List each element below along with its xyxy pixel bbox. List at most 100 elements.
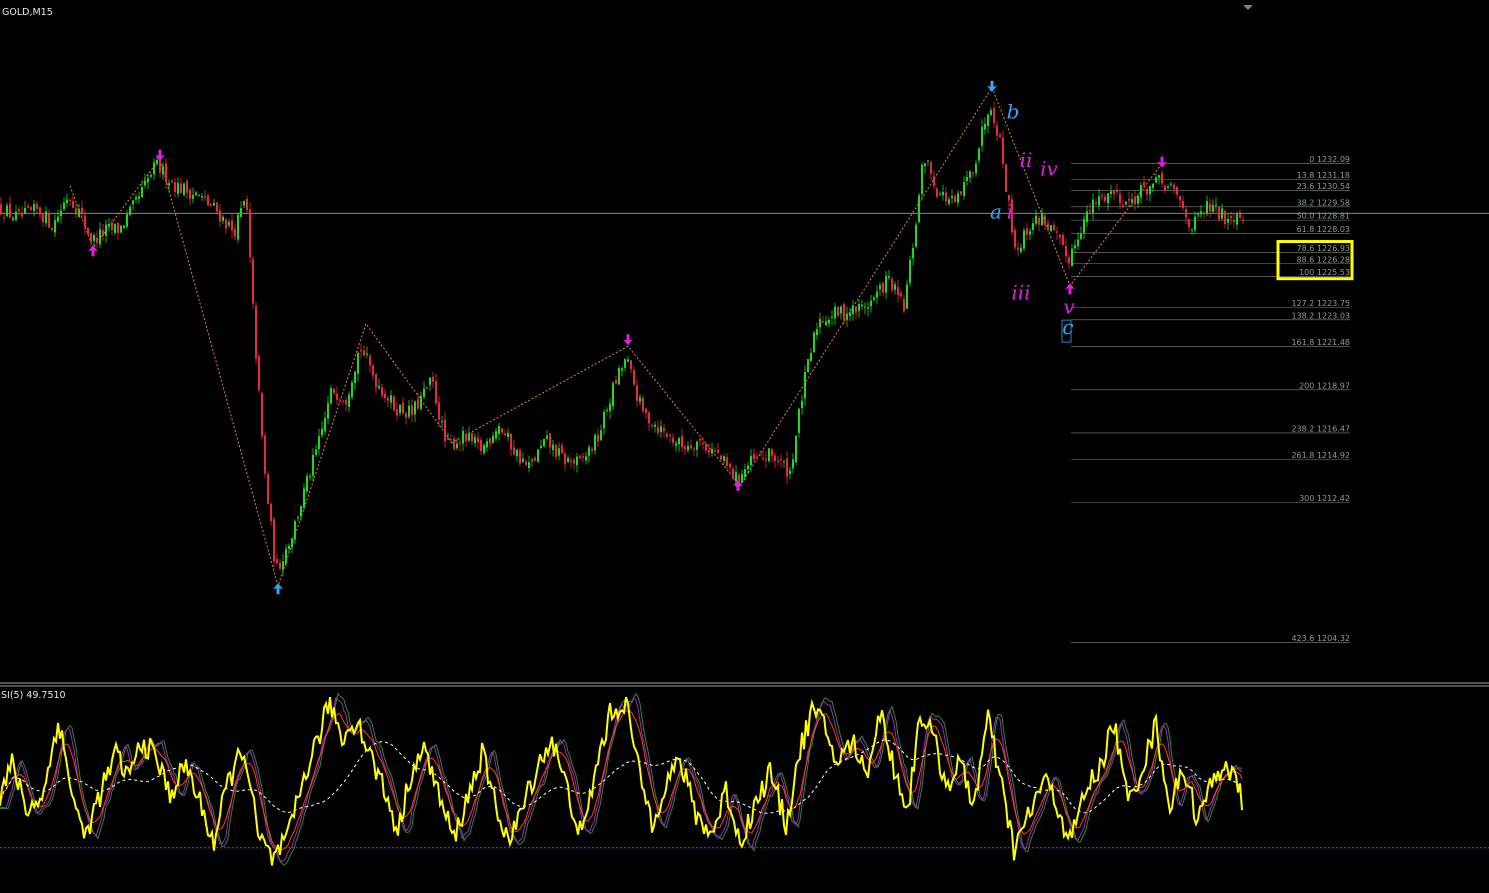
candle-body (213, 202, 215, 206)
candle-body (351, 382, 353, 398)
candle-body (342, 400, 344, 402)
candle-body (42, 214, 44, 222)
candle-body (1185, 209, 1187, 218)
candle-body (1119, 193, 1121, 204)
candle-body (501, 428, 503, 433)
candle-body (333, 388, 335, 394)
candle-body (1089, 210, 1091, 212)
chart-background (0, 0, 1489, 889)
candle-body (1080, 233, 1082, 239)
candle-body (807, 358, 809, 373)
candle-body (1107, 193, 1109, 204)
candle-body (1116, 190, 1118, 192)
chart-canvas[interactable]: 0 1232.09 13.8 1231.18 23.6 1230.54 38.2 12… (0, 0, 1489, 889)
candle-body (201, 196, 203, 198)
candle-body (870, 300, 872, 307)
candle-body (849, 312, 851, 317)
candle-body (840, 306, 842, 314)
candle-body (387, 398, 389, 401)
fib-level-label: 423.6 1204.32 (1291, 634, 1350, 643)
candle-body (132, 200, 134, 205)
candle-body (693, 448, 695, 450)
candle-body (1092, 199, 1094, 214)
candle-body (1038, 217, 1040, 225)
candle-body (669, 434, 671, 436)
candle-body (1137, 195, 1139, 204)
candle-body (393, 396, 395, 411)
candle-body (915, 224, 917, 247)
candle-body (1035, 215, 1037, 224)
candle-body (399, 404, 401, 413)
candle-body (936, 188, 938, 197)
candle-body (417, 399, 419, 409)
candle-body (681, 436, 683, 448)
candle-body (993, 108, 995, 124)
candle-body (573, 459, 575, 464)
candle-body (1098, 196, 1100, 206)
candle-body (939, 194, 941, 196)
candle-body (117, 222, 119, 233)
candle-body (753, 454, 755, 460)
candle-body (1095, 202, 1097, 204)
candle-body (354, 371, 356, 384)
candle-body (930, 162, 932, 174)
candle (642, 395, 644, 414)
candle-body (174, 182, 176, 192)
candle-body (237, 214, 239, 240)
candle-body (783, 461, 785, 463)
candle-body (1206, 201, 1208, 214)
candle-body (420, 395, 422, 410)
candle-body (975, 163, 977, 174)
candle-body (1173, 184, 1175, 190)
candle-body (291, 538, 293, 548)
candle-body (981, 126, 983, 146)
candle-body (498, 425, 500, 434)
candle-body (1047, 223, 1049, 230)
candle-body (525, 461, 527, 466)
candle-body (411, 405, 413, 415)
candle-body (312, 454, 314, 476)
fib-level-label: 50.0 1228.81 (1297, 212, 1350, 221)
candle-body (627, 359, 629, 362)
candle-body (816, 329, 818, 336)
candle-body (987, 114, 989, 126)
candle-body (81, 207, 83, 214)
candle-body (1236, 213, 1238, 225)
candle-body (606, 410, 608, 412)
candle-body (795, 435, 797, 463)
candle-body (63, 202, 65, 210)
candle (87, 227, 89, 236)
candle-body (567, 457, 569, 463)
candle-body (702, 442, 704, 445)
candle-body (687, 445, 689, 451)
candle-body (108, 224, 110, 227)
candle (537, 449, 539, 463)
candle-body (15, 211, 17, 220)
candle-body (963, 182, 965, 196)
candle-body (726, 457, 728, 467)
candle-body (996, 125, 998, 136)
candle-body (576, 456, 578, 466)
candle-body (1140, 185, 1142, 198)
candle-body (1179, 196, 1181, 201)
candle-body (276, 559, 278, 564)
candle-body (366, 353, 368, 355)
candle-body (798, 408, 800, 433)
candle-body (168, 183, 170, 186)
candle (255, 301, 257, 364)
candle-body (432, 376, 434, 382)
candle-body (1224, 210, 1226, 225)
candle-body (1230, 215, 1232, 218)
candle-body (855, 306, 857, 313)
candle-body (1218, 206, 1220, 220)
candle-body (1215, 204, 1217, 206)
wave-label: ii (1020, 148, 1033, 172)
candle-body (465, 433, 467, 442)
candle-body (1167, 186, 1169, 188)
candle (909, 255, 911, 287)
candle-body (843, 304, 845, 320)
candle-body (195, 192, 197, 196)
wave-label: b (1007, 100, 1020, 124)
candle (237, 212, 239, 244)
candle-body (1149, 186, 1151, 195)
